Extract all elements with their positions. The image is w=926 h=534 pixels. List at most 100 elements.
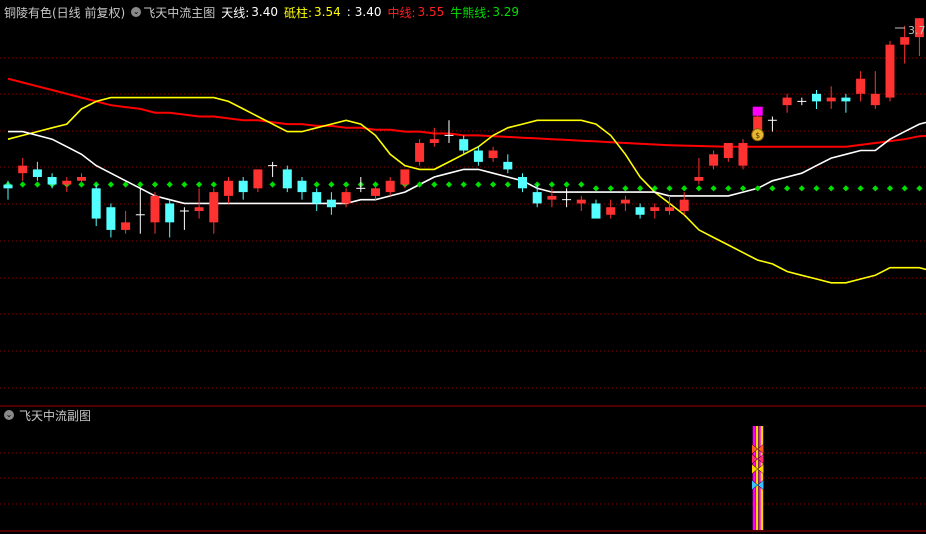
candle-body	[709, 154, 719, 166]
candle-body	[812, 93, 821, 102]
niuxiong-dot	[578, 181, 585, 188]
niuxiong-dot	[622, 185, 629, 192]
candle-body	[620, 199, 630, 204]
sub-signal-bar	[752, 426, 756, 530]
chart-window: { "header": { "stock": "铜陵有色(日线 前复权)", "…	[0, 0, 926, 534]
niuxiong-dot	[445, 181, 453, 188]
candle-body	[194, 207, 204, 211]
candle-body	[694, 176, 704, 181]
niuxiong-dot	[431, 181, 438, 188]
sub-signal-bar	[760, 426, 764, 530]
niuxiong-dot	[195, 181, 203, 188]
niuxiong-dot	[813, 185, 820, 192]
candle-body	[47, 176, 57, 185]
candle-body	[459, 139, 469, 151]
niuxiong-dot	[666, 185, 673, 192]
niuxiong-dot	[857, 185, 864, 192]
niuxiong-dot	[695, 185, 703, 192]
signal-marker	[752, 106, 763, 116]
candle-body	[326, 199, 336, 208]
niuxiong-dot	[592, 185, 600, 192]
candle-body	[650, 207, 660, 211]
niuxiong-dot	[681, 185, 688, 192]
candle-body	[121, 222, 131, 230]
candle-body	[782, 97, 792, 106]
niuxiong-dot	[916, 185, 923, 192]
niuxiong-dot	[504, 181, 511, 188]
niuxiong-dot	[769, 185, 776, 192]
niuxiong-dot	[166, 181, 173, 188]
candle-body	[209, 192, 219, 223]
niuxiong-dot	[416, 181, 423, 188]
candle-body	[856, 78, 866, 94]
niuxiong-dot	[151, 181, 159, 188]
niuxiong-dot	[636, 185, 644, 192]
candle-body	[900, 37, 910, 45]
candle-body	[62, 180, 72, 185]
niuxiong-dot	[107, 181, 115, 188]
niuxiong-dot	[754, 185, 761, 192]
candle-body	[371, 188, 380, 196]
candle-body	[841, 97, 851, 102]
niuxiong-dot	[269, 181, 276, 188]
niuxiong-dot	[798, 185, 805, 192]
candle-body	[723, 142, 733, 159]
niuxiong-dot	[783, 185, 791, 192]
niuxiong-dot	[725, 185, 732, 192]
candle-body	[473, 150, 483, 162]
candle-body	[106, 207, 116, 230]
niuxiong-dot	[901, 185, 908, 192]
candle-body	[224, 180, 233, 196]
candle-body	[576, 199, 586, 204]
candle-body	[738, 142, 748, 166]
candle-body	[238, 180, 248, 193]
niuxiong-dot	[489, 181, 497, 188]
candle-body	[297, 180, 307, 193]
money-bag-glyph: $	[755, 131, 760, 140]
candle-body	[635, 207, 645, 215]
candle-body	[341, 192, 351, 204]
niuxiong-dot	[872, 185, 879, 192]
sub-signal-bar	[755, 426, 759, 530]
candle-body	[532, 192, 542, 204]
candle-body	[91, 188, 101, 219]
candle-body	[312, 192, 322, 204]
price-label: 3.7	[908, 24, 926, 37]
candle-body	[415, 142, 425, 162]
candle-body	[503, 161, 513, 170]
candle-body	[282, 169, 292, 189]
niuxiong-dot	[460, 181, 467, 188]
niuxiong-dot	[828, 185, 835, 192]
niuxiong-dot	[313, 181, 320, 188]
candle-body	[665, 207, 674, 211]
niuxiong-dot	[328, 181, 335, 188]
candle-body	[488, 150, 498, 159]
candle-body	[3, 184, 13, 189]
candle-body	[253, 169, 263, 189]
niuxiong-dot	[181, 181, 188, 188]
candle-body	[385, 180, 395, 193]
niuxiong-dot	[475, 181, 482, 188]
candle-body	[679, 199, 689, 211]
candle-body	[826, 97, 836, 102]
candle-body	[518, 176, 527, 189]
niuxiong-dot	[710, 185, 717, 192]
candle-body	[885, 44, 895, 98]
main-chart-svg[interactable]: $3.7	[0, 0, 926, 534]
candle-body	[18, 165, 28, 174]
candle-body	[77, 176, 86, 181]
niuxiong-dot	[563, 181, 570, 188]
candle-body	[606, 207, 616, 215]
candle-body	[150, 195, 160, 223]
candle-body	[400, 169, 410, 185]
niuxiong-dot	[342, 181, 350, 188]
candle-body	[547, 195, 557, 200]
candle-body	[870, 93, 880, 106]
niuxiong-dot	[19, 181, 26, 188]
niuxiong-dot	[842, 185, 850, 192]
niuxiong-dot	[607, 185, 614, 192]
candle-body	[429, 139, 439, 143]
niuxiong-dot	[210, 181, 217, 188]
candle-body	[32, 169, 42, 177]
zhongxian-line	[7, 77, 926, 148]
